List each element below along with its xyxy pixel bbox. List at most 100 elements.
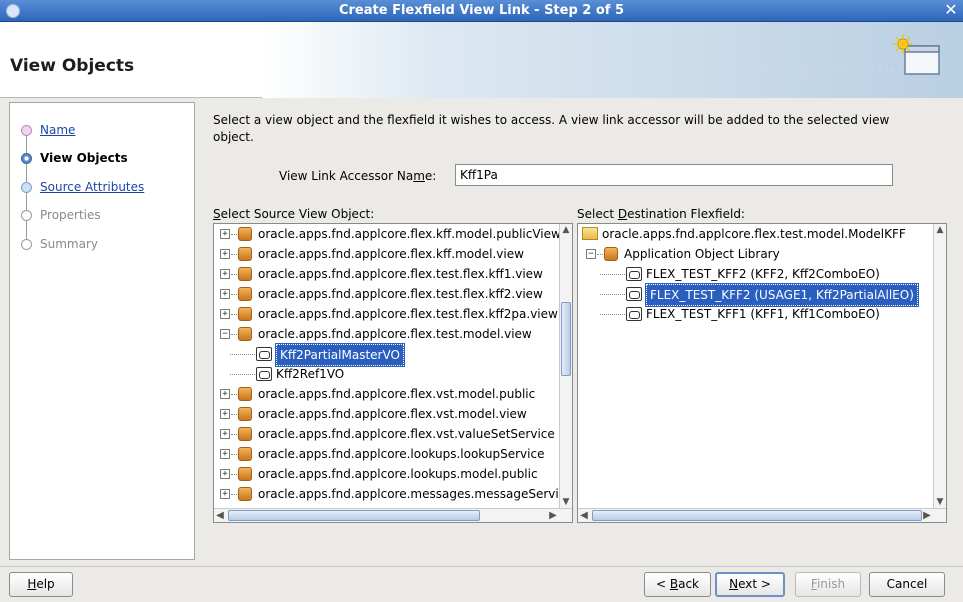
scroll-right-icon[interactable]: ▶ (547, 509, 559, 522)
tree-row-label: oracle.apps.fnd.applcore.lookups.model.p… (258, 467, 538, 481)
tree-row[interactable]: + oracle.apps.fnd.applcore.flex.kff.model… (214, 244, 572, 264)
footer-separator (0, 566, 963, 567)
scrollbar-thumb[interactable] (592, 510, 922, 521)
scrollbar-thumb[interactable] (228, 510, 480, 521)
tree-row-label: Kff2PartialMasterVO (275, 343, 405, 367)
tree-connector (230, 354, 255, 355)
collapse-icon[interactable]: − (220, 329, 230, 339)
tree-row-label: oracle.apps.fnd.applcore.flex.kff.model.… (258, 247, 524, 261)
scroll-down-icon[interactable]: ▼ (560, 496, 572, 508)
tree-row[interactable]: − Application Object Library (578, 244, 946, 264)
page-title: View Objects (10, 56, 135, 76)
accessor-name-input[interactable] (455, 164, 893, 186)
destination-flexfield-tree[interactable]: oracle.apps.fnd.applcore.flex.test.model… (577, 223, 947, 523)
cancel-button[interactable]: Cancel (869, 572, 945, 597)
tree-row[interactable]: + oracle.apps.fnd.applcore.flex.vst.model… (214, 404, 572, 424)
tree-row-label: oracle.apps.fnd.applcore.flex.test.model… (602, 227, 906, 241)
expand-icon[interactable]: + (220, 249, 230, 259)
instructions-text: Select a view object and the flexfield i… (213, 113, 890, 144)
expand-icon[interactable]: + (220, 449, 230, 459)
tree-connector (597, 254, 603, 255)
tree-row[interactable]: + oracle.apps.fnd.applcore.flex.vst.value… (214, 424, 572, 444)
expand-icon[interactable]: + (220, 269, 230, 279)
collapse-icon[interactable]: − (586, 249, 596, 259)
step-label: View Objects (40, 151, 128, 165)
package-icon (238, 387, 252, 401)
expand-icon[interactable]: + (220, 429, 230, 439)
next-button[interactable]: Next > (715, 572, 785, 597)
tree-row-label: oracle.apps.fnd.applcore.flex.test.flex.… (258, 267, 543, 281)
tree-row[interactable]: + oracle.apps.fnd.applcore.lookups.model.… (214, 464, 572, 484)
tree-row[interactable]: oracle.apps.fnd.applcore.flex.test.model… (578, 224, 946, 244)
close-icon[interactable]: ✕ (943, 1, 959, 19)
banner-binary-text: 010101010101010101010101 (748, 66, 903, 76)
wizard-header: View Objects 010101010101010101010101 (0, 22, 963, 98)
expand-icon[interactable]: + (220, 229, 230, 239)
destination-tree-vertical-scrollbar[interactable]: ▲ ▼ (933, 224, 946, 508)
step-pending-icon (21, 238, 32, 250)
header-banner: 010101010101010101010101 (262, 22, 963, 98)
destination-tree-horizontal-scrollbar[interactable]: ◀ ▶ (578, 508, 946, 522)
back-button[interactable]: < Back (644, 572, 711, 597)
tree-connector (231, 494, 237, 495)
package-icon (238, 467, 252, 481)
tree-row[interactable]: FLEX_TEST_KFF2 (USAGE1, Kff2PartialAllEO… (578, 283, 946, 307)
tree-row-label: FLEX_TEST_KFF1 (KFF1, Kff1ComboEO) (646, 307, 880, 321)
step-label: Summary (40, 237, 98, 251)
tree-row-label: oracle.apps.fnd.applcore.flex.test.flex.… (258, 307, 558, 321)
scroll-left-icon[interactable]: ◀ (578, 509, 590, 522)
window-title-bar: Create Flexfield View Link - Step 2 of 5… (0, 0, 963, 22)
tree-connector (231, 294, 237, 295)
step-label: Name (40, 123, 76, 137)
expand-icon[interactable]: + (220, 289, 230, 299)
scrollbar-thumb[interactable] (561, 302, 571, 376)
tree-row[interactable]: + oracle.apps.fnd.applcore.flex.vst.model… (214, 384, 572, 404)
tree-connector (231, 414, 237, 415)
package-icon (238, 407, 252, 421)
tree-row[interactable]: + oracle.apps.fnd.applcore.messages.messa… (214, 484, 572, 504)
expand-icon[interactable]: + (220, 469, 230, 479)
scroll-down-icon[interactable]: ▼ (934, 496, 946, 508)
scroll-right-icon[interactable]: ▶ (921, 509, 933, 522)
package-icon (238, 487, 252, 501)
tree-row[interactable]: Kff2Ref1VO (214, 364, 572, 384)
folder-icon (582, 227, 598, 240)
scroll-up-icon[interactable]: ▲ (560, 224, 572, 236)
help-button[interactable]: Help (9, 572, 73, 597)
tree-row-label: oracle.apps.fnd.applcore.flex.vst.model.… (258, 387, 536, 401)
source-tree-vertical-scrollbar[interactable]: ▲ ▼ (559, 224, 572, 508)
tree-row[interactable]: FLEX_TEST_KFF2 (KFF2, Kff2ComboEO) (578, 264, 946, 284)
tree-connector (230, 374, 255, 375)
tree-row-label: oracle.apps.fnd.applcore.flex.vst.valueS… (258, 427, 555, 441)
expand-icon[interactable]: + (220, 309, 230, 319)
tree-connector (600, 294, 625, 295)
package-icon (238, 427, 252, 441)
wizard-steps-panel: Name View Objects Source Attributes Prop… (9, 102, 195, 560)
expand-icon[interactable]: + (220, 409, 230, 419)
view-object-icon (256, 347, 272, 361)
package-icon (238, 227, 252, 241)
tree-row[interactable]: Kff2PartialMasterVO (214, 343, 572, 367)
expand-icon[interactable]: + (220, 489, 230, 499)
tree-connector (231, 234, 237, 235)
tree-row[interactable]: + oracle.apps.fnd.applcore.flex.test.flex… (214, 264, 572, 284)
source-tree-horizontal-scrollbar[interactable]: ◀ ▶ (214, 508, 572, 522)
package-icon (238, 247, 252, 261)
tree-connector (231, 474, 237, 475)
destination-flexfield-label: Select Destination Flexfield: (577, 207, 745, 221)
tree-connector (231, 334, 237, 335)
scroll-up-icon[interactable]: ▲ (934, 224, 946, 236)
wizard-banner-icon (889, 32, 945, 85)
scroll-left-icon[interactable]: ◀ (214, 509, 226, 522)
tree-row[interactable]: − oracle.apps.fnd.applcore.flex.test.mode… (214, 324, 572, 344)
tree-row[interactable]: + oracle.apps.fnd.applcore.lookups.lookup… (214, 444, 572, 464)
tree-row-label: oracle.apps.fnd.applcore.flex.test.model… (258, 327, 532, 341)
tree-row[interactable]: + oracle.apps.fnd.applcore.flex.test.flex… (214, 284, 572, 304)
tree-connector (231, 254, 237, 255)
source-view-object-tree[interactable]: + oracle.apps.fnd.applcore.flex.kff.model… (213, 223, 573, 523)
tree-row[interactable]: + oracle.apps.fnd.applcore.flex.test.flex… (214, 304, 572, 324)
tree-row[interactable]: FLEX_TEST_KFF1 (KFF1, Kff1ComboEO) (578, 304, 946, 324)
expand-icon[interactable]: + (220, 389, 230, 399)
tree-row[interactable]: + oracle.apps.fnd.applcore.flex.kff.model… (214, 224, 572, 244)
tree-row-label: oracle.apps.fnd.applcore.flex.test.flex.… (258, 287, 543, 301)
